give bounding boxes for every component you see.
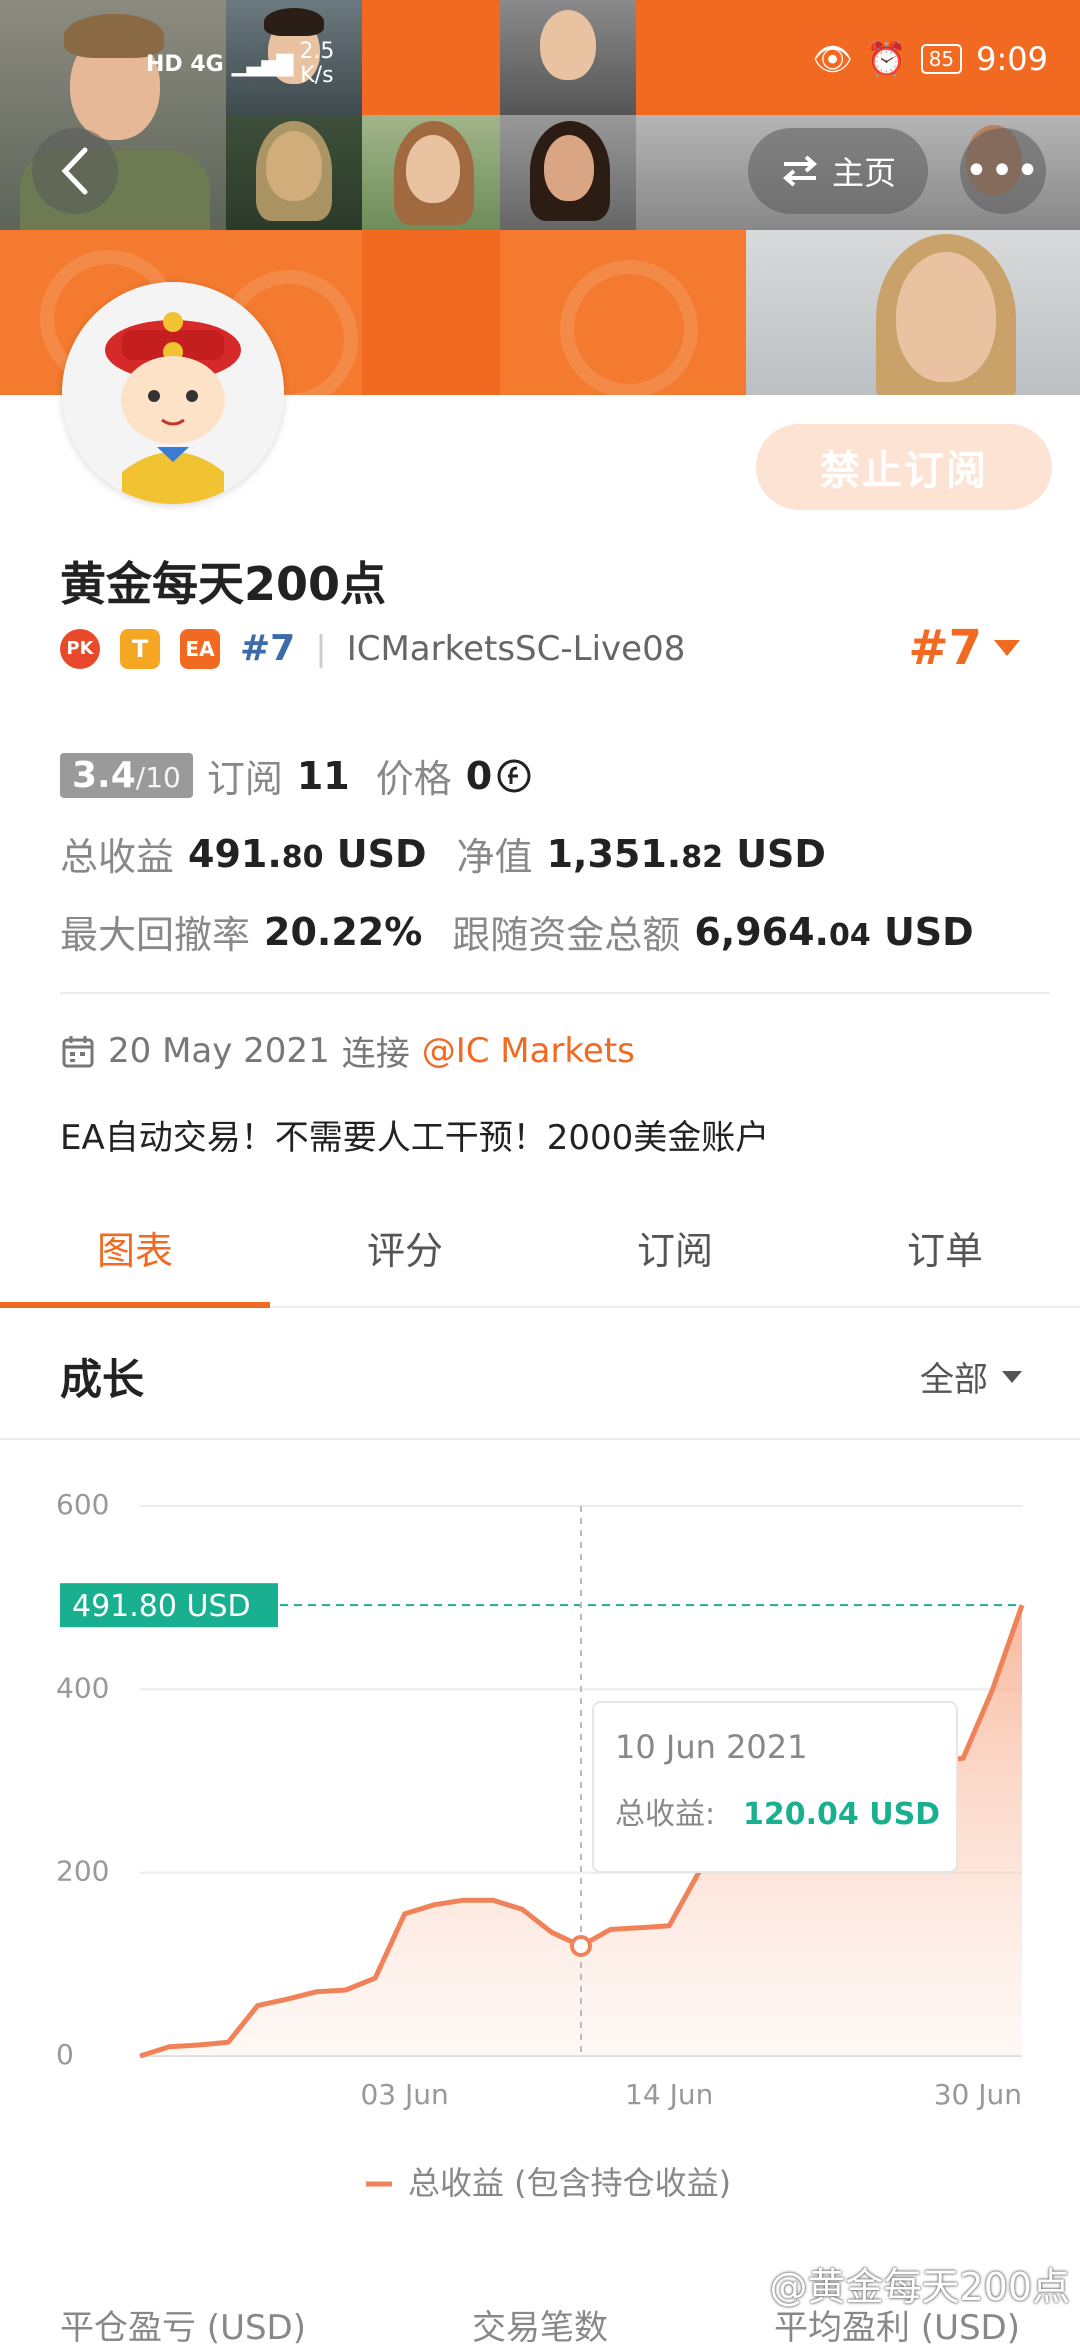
- rank-value: #7: [908, 620, 982, 676]
- y-tick-label: 400: [56, 1671, 109, 1704]
- banner-photo: [500, 115, 636, 230]
- section-title: 成长: [60, 1355, 145, 1404]
- status-bar-left: HD 4G ▁▃▅▇ 2.5 K/s: [146, 40, 334, 88]
- banner-photo: [226, 115, 362, 230]
- tab-subscribe[interactable]: 订阅: [540, 1196, 810, 1306]
- home-label: 主页: [831, 154, 896, 192]
- back-button[interactable]: [32, 128, 118, 214]
- status-bar-right: 👁 ⏰ 85 9:09: [812, 40, 1048, 78]
- avatar[interactable]: [62, 282, 284, 504]
- y-tick-label: 600: [56, 1488, 109, 1521]
- caret-down-icon: [1002, 1370, 1022, 1383]
- rank-small: #7: [240, 628, 296, 669]
- alarm-icon: ⏰: [866, 40, 907, 78]
- tab-rating[interactable]: 评分: [270, 1196, 540, 1306]
- x-tick-label: 03 Jun: [360, 2078, 448, 2111]
- t-badge-icon: T: [120, 628, 160, 669]
- avatar-image: [62, 282, 284, 504]
- rank-dropdown[interactable]: #7: [908, 620, 1022, 676]
- banner-photo: [500, 0, 636, 115]
- banner-photo: [0, 0, 226, 230]
- signal-icon: ▁▃▅▇: [231, 51, 294, 77]
- coin-icon: [497, 759, 531, 792]
- legend-label: 总收益 (包含持仓收益): [408, 2164, 731, 2200]
- swap-icon: [782, 155, 818, 187]
- subscribe-count: 11: [296, 753, 350, 798]
- stats-row-2: 总收益 491.80 USD 净值 1,351.82 USD: [60, 826, 826, 881]
- total-profit-value: 491.80 USD: [188, 831, 427, 876]
- drawdown-label: 最大回撤率: [60, 913, 251, 957]
- tab-orders[interactable]: 订单: [810, 1196, 1080, 1306]
- subscribe-button[interactable]: 禁止订阅: [756, 424, 1052, 510]
- net-speed-value: 2.5: [299, 39, 335, 64]
- stats-row-3: 最大回撤率 20.22% 跟随资金总额 6,964.04 USD: [60, 904, 974, 959]
- tooltip-label: 总收益:: [615, 1797, 715, 1832]
- stats-row-1: 3.4/10 订阅 11 价格 0: [60, 748, 532, 803]
- account-server: ICMarketsSC-Live08: [346, 628, 686, 669]
- follow-label: 跟随资金总额: [452, 913, 681, 957]
- equity-value: 1,351.82 USD: [546, 831, 826, 876]
- tooltip-date: 10 Jun 2021: [615, 1728, 808, 1766]
- follow-value: 6,964.04 USD: [694, 909, 974, 954]
- tooltip-value: 120.04 USD: [743, 1797, 940, 1832]
- net-speed-unit: K/s: [300, 63, 334, 88]
- trade-count-label: 交易笔数: [472, 2308, 608, 2348]
- divider: |: [315, 628, 327, 669]
- x-tick-label: 14 Jun: [625, 2078, 713, 2111]
- y-tick-label: 0: [56, 2038, 74, 2071]
- banner-photo: [362, 115, 500, 230]
- connection-row: 20 May 2021 连接 @IC Markets: [60, 1026, 635, 1075]
- chevron-left-icon: [61, 147, 88, 195]
- tooltip-point: [570, 1935, 592, 1957]
- equity-label: 净值: [456, 835, 533, 879]
- banner-tile: [500, 230, 746, 395]
- caret-down-icon: [994, 640, 1020, 656]
- closed-pnl-label: 平仓盈亏 (USD): [60, 2308, 306, 2348]
- watermark: @黄金每天200点: [769, 2265, 1070, 2309]
- eye-icon: 👁: [812, 40, 853, 78]
- price-value: 0: [465, 753, 493, 798]
- clock: 9:09: [976, 40, 1048, 78]
- battery-icon: 85: [920, 44, 963, 74]
- calendar-icon: [62, 1035, 94, 1067]
- connection-label: 连接: [341, 1034, 410, 1074]
- score-badge: 3.4/10: [60, 753, 193, 798]
- tab-chart[interactable]: 图表: [0, 1196, 270, 1308]
- period-filter-label: 全部: [920, 1360, 988, 1400]
- page-title: 黄金每天200点: [60, 557, 387, 611]
- connection-date: 20 May 2021: [108, 1030, 330, 1071]
- period-filter[interactable]: 全部: [920, 1352, 1024, 1401]
- y-tick-label: 200: [56, 1855, 109, 1888]
- banner-photo: [746, 230, 1080, 395]
- x-tick-label: 30 Jun: [934, 2078, 1022, 2111]
- home-button[interactable]: 主页: [748, 128, 928, 214]
- banner-tile: [362, 0, 500, 115]
- subscribe-count-label: 订阅: [206, 757, 283, 801]
- more-button[interactable]: •••: [960, 128, 1046, 214]
- more-icon: •••: [964, 148, 1042, 194]
- growth-chart-svg: 0 200 400 600 491.80 USD 10 Jun 2021 总收益: 120.0…: [56, 1488, 1025, 2202]
- tab-bar: 图表 评分 订阅 订单: [0, 1196, 1080, 1308]
- growth-chart[interactable]: 0 200 400 600 491.80 USD 10 Jun 2021 总收益: 120.0…: [0, 1440, 1080, 2202]
- network-indicator: HD 4G: [146, 51, 224, 77]
- current-value-label: 491.80 USD: [72, 1589, 251, 1624]
- price-label: 价格: [375, 757, 452, 801]
- ea-badge-icon: EA: [180, 628, 220, 669]
- total-profit-label: 总收益: [60, 835, 175, 879]
- banner-tile: [362, 230, 500, 395]
- badge-row: PK T EA #7 | ICMarketsSC-Live08: [60, 628, 685, 669]
- pk-badge-icon: PK: [60, 628, 100, 669]
- broker-link[interactable]: @IC Markets: [422, 1031, 635, 1071]
- description: EA自动交易！不需要人工干预！2000美金账户: [60, 1118, 770, 1158]
- divider: [60, 992, 1050, 994]
- drawdown-value: 20.22%: [264, 909, 423, 954]
